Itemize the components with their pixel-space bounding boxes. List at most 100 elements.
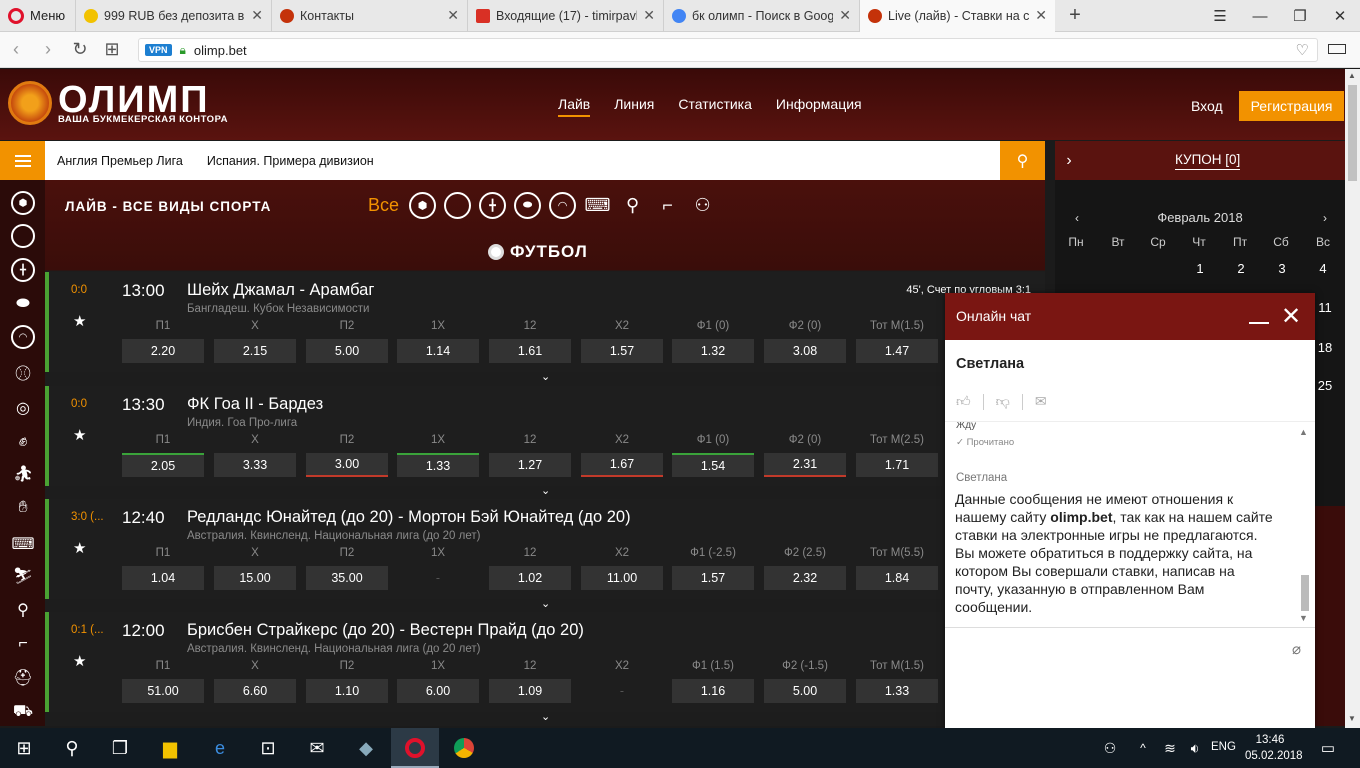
- favorite-star-icon[interactable]: ★: [73, 652, 86, 670]
- chat-close-icon[interactable]: ✕: [1281, 302, 1301, 331]
- coupon-title[interactable]: КУПОН [0]: [1175, 152, 1241, 170]
- odd-button[interactable]: 1.04: [122, 566, 204, 590]
- odd-button[interactable]: 51.00: [122, 679, 204, 703]
- calendar-day[interactable]: 4: [1303, 261, 1343, 276]
- vpn-badge[interactable]: VPN: [145, 44, 172, 56]
- calendar-day[interactable]: 1: [1180, 261, 1220, 276]
- scroll-down-icon[interactable]: ▼: [1299, 613, 1308, 623]
- chevron-right-icon[interactable]: ›: [1055, 152, 1083, 170]
- odd-button[interactable]: 1.84: [856, 566, 938, 590]
- favorite-star-icon[interactable]: ★: [73, 539, 86, 557]
- opera-menu-button[interactable]: Меню: [0, 0, 75, 32]
- odd-button[interactable]: -: [397, 566, 479, 590]
- odd-button[interactable]: -: [581, 679, 663, 703]
- odd-button[interactable]: 3.08: [764, 339, 846, 363]
- search-icon[interactable]: ⚲: [60, 736, 84, 760]
- odd-button[interactable]: 1.61: [489, 339, 571, 363]
- tennis-icon[interactable]: [11, 224, 35, 248]
- expand-chevron-icon[interactable]: ⌄: [541, 710, 550, 723]
- chat-input[interactable]: ⌀: [945, 627, 1315, 728]
- expand-chevron-icon[interactable]: ⌄: [541, 597, 550, 610]
- volume-icon[interactable]: 🔉︎: [1183, 736, 1207, 760]
- page-scrollbar[interactable]: ▲ ▼: [1345, 69, 1360, 728]
- tab-menu-icon[interactable]: ☰: [1200, 7, 1240, 25]
- odd-button[interactable]: 3.33: [214, 453, 296, 477]
- clock[interactable]: 13:46 05.02.2018: [1245, 732, 1303, 764]
- task-view-icon[interactable]: ❐: [108, 736, 132, 760]
- match-teams[interactable]: Шейх Джамал - Арамбаг: [187, 281, 374, 300]
- battery-icon[interactable]: [1328, 44, 1346, 54]
- odd-button[interactable]: 5.00: [306, 339, 388, 363]
- register-button[interactable]: Регистрация: [1239, 91, 1344, 121]
- filter-basketball-icon[interactable]: ╋: [479, 192, 507, 219]
- hamburger-menu-icon[interactable]: [0, 141, 45, 180]
- maximize-icon[interactable]: ❐: [1280, 7, 1320, 25]
- racing-icon[interactable]: ⛟︎: [11, 700, 35, 724]
- wifi-icon[interactable]: ≋: [1158, 736, 1182, 760]
- badminton-icon[interactable]: ⚲: [11, 598, 35, 622]
- notifications-icon[interactable]: ▭: [1316, 736, 1340, 760]
- reload-icon[interactable]: ↻: [64, 39, 96, 60]
- odd-button[interactable]: 1.27: [489, 453, 571, 477]
- chat-scroll-thumb[interactable]: [1301, 575, 1309, 611]
- nav-statistics[interactable]: Статистика: [678, 96, 752, 117]
- login-link[interactable]: Вход: [1191, 98, 1223, 114]
- odd-button[interactable]: 1.67: [581, 453, 663, 477]
- odd-button[interactable]: 15.00: [214, 566, 296, 590]
- mail-icon[interactable]: ✉︎: [305, 736, 329, 760]
- back-icon[interactable]: ‹: [0, 39, 32, 60]
- speed-dial-icon[interactable]: ⊞: [96, 39, 128, 60]
- football-icon[interactable]: ⬢: [11, 191, 35, 215]
- match-teams[interactable]: ФК Гоа II - Бардез: [187, 395, 323, 414]
- handball-icon[interactable]: ✋︎: [11, 496, 35, 520]
- helmet-icon[interactable]: ⛑︎: [11, 666, 35, 690]
- tab-close-icon[interactable]: ✕: [1035, 7, 1047, 24]
- baseball-icon[interactable]: ⚾︎: [11, 360, 35, 384]
- logo-emblem-icon[interactable]: [8, 81, 52, 125]
- chat-scrollbar[interactable]: ▲ ▼: [1299, 427, 1311, 625]
- hockey-icon[interactable]: ⬬: [11, 292, 35, 316]
- chat-minimize-icon[interactable]: [1249, 322, 1269, 324]
- paperclip-icon[interactable]: ⌀: [1292, 640, 1301, 658]
- lock-icon[interactable]: 🔒︎: [180, 43, 186, 58]
- filter-hockey-stick-icon[interactable]: ⌐: [654, 192, 681, 219]
- boxing-icon[interactable]: ✊︎: [11, 430, 35, 454]
- odd-button[interactable]: 2.31: [764, 453, 846, 477]
- chat-messages[interactable]: Жду ✓ Прочитано Светлана Данные сообщени…: [945, 421, 1315, 627]
- odd-button[interactable]: 1.71: [856, 453, 938, 477]
- odd-button[interactable]: 1.33: [397, 453, 479, 477]
- match-row[interactable]: 3:0 (... ★ 12:40 Редландс Юнайтед (до 20) -…: [45, 499, 1045, 599]
- ski-icon[interactable]: ⛷︎: [11, 564, 35, 588]
- email-icon[interactable]: ✉︎: [1035, 393, 1047, 410]
- nav-live[interactable]: Лайв: [558, 96, 591, 117]
- odd-button[interactable]: 1.54: [672, 453, 754, 477]
- odd-button[interactable]: 11.00: [581, 566, 663, 590]
- bookmark-heart-icon[interactable]: ♡: [1296, 41, 1309, 59]
- tab-close-icon[interactable]: ✕: [643, 7, 655, 24]
- league-link[interactable]: Англия Премьер Лига: [57, 154, 183, 168]
- chrome-icon[interactable]: [452, 736, 476, 760]
- odd-button[interactable]: 1.57: [672, 566, 754, 590]
- edge-icon[interactable]: e: [208, 736, 232, 760]
- basketball-icon[interactable]: ╋: [11, 258, 35, 282]
- tab-close-icon[interactable]: ✕: [447, 7, 459, 24]
- filter-esports-icon[interactable]: ⌨︎: [584, 192, 611, 219]
- match-teams[interactable]: Брисбен Страйкерс (до 20) - Вестерн Прай…: [187, 621, 584, 640]
- calendar-day[interactable]: 2: [1221, 261, 1261, 276]
- scroll-up-icon[interactable]: ▲: [1299, 427, 1308, 437]
- tab-close-icon[interactable]: ✕: [251, 7, 263, 24]
- odd-button[interactable]: 6.60: [214, 679, 296, 703]
- chevron-up-icon[interactable]: ^: [1131, 736, 1155, 760]
- store-icon[interactable]: ⊡: [256, 736, 280, 760]
- match-row[interactable]: 0:0 ★ 13:30 ФК Гоа II - Бардез Индия. Гоа Пр…: [45, 386, 1045, 486]
- filter-football-icon[interactable]: ⬢: [409, 192, 437, 219]
- search-icon[interactable]: ⚲: [1000, 141, 1045, 180]
- odd-button[interactable]: 2.32: [764, 566, 846, 590]
- calendar-next-icon[interactable]: ›: [1323, 211, 1327, 225]
- odd-button[interactable]: 1.16: [672, 679, 754, 703]
- odd-button[interactable]: 1.47: [856, 339, 938, 363]
- expand-chevron-icon[interactable]: ⌄: [541, 370, 550, 383]
- browser-tab[interactable]: бк олимп - Поиск в Goog ✕: [663, 0, 859, 32]
- people-icon[interactable]: ⚇: [1098, 736, 1122, 760]
- scroll-thumb[interactable]: [1348, 85, 1357, 181]
